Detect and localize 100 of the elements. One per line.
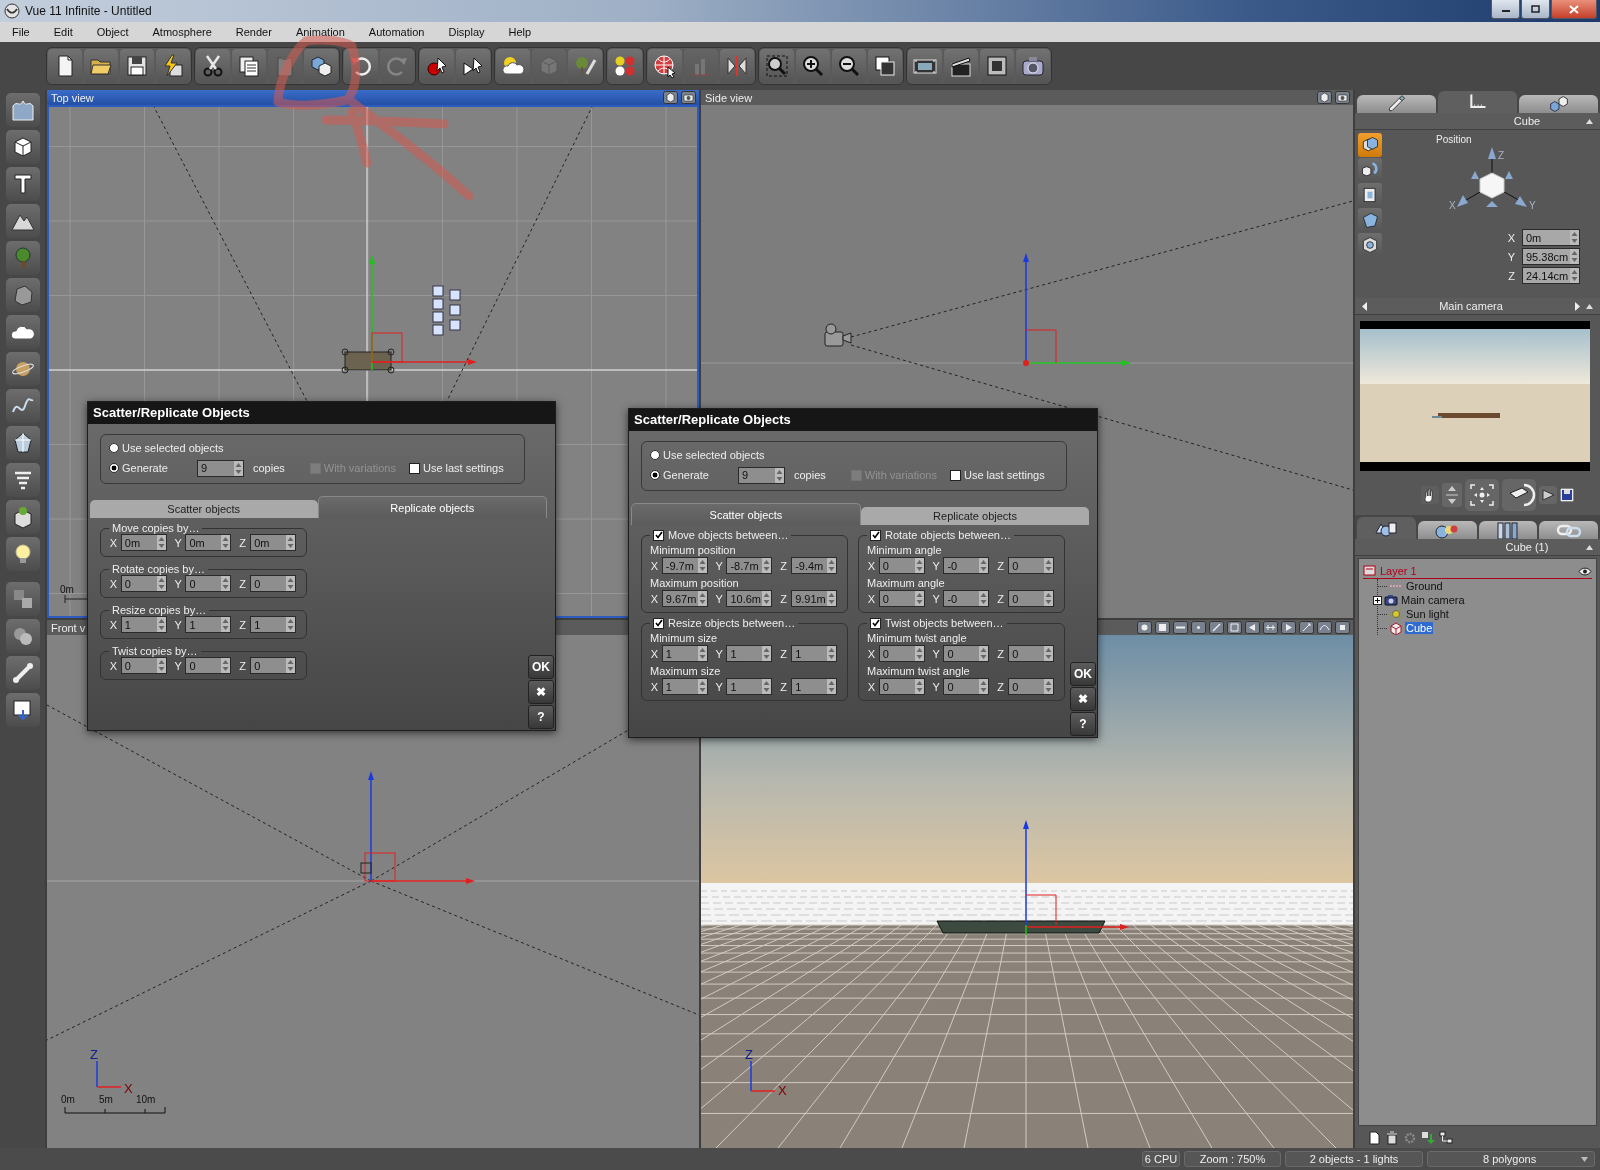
tab[interactable]: Replicate objects: [317, 496, 547, 518]
tab[interactable]: [1417, 521, 1477, 539]
spin-field[interactable]: 1: [791, 645, 837, 662]
menu-item[interactable]: Display: [448, 26, 485, 38]
frames-icon[interactable]: [868, 49, 902, 83]
vertical-arrows-icon[interactable]: [1442, 482, 1462, 507]
handle-icons[interactable]: [432, 285, 461, 336]
down-arrow-icon[interactable]: [1421, 1131, 1435, 1145]
menu-item[interactable]: Help: [508, 26, 532, 38]
menu-item[interactable]: File: [12, 26, 30, 38]
spin-field[interactable]: 0: [1008, 590, 1054, 607]
page-icon[interactable]: [48, 49, 82, 83]
spin-field[interactable]: 0m: [250, 534, 296, 551]
spin-field[interactable]: 1: [726, 678, 773, 695]
spin-field[interactable]: 0: [878, 557, 925, 574]
checkbox[interactable]: [870, 529, 881, 541]
tree-item[interactable]: Cube: [1405, 622, 1434, 634]
expand-icon[interactable]: [1373, 595, 1382, 605]
radio-button[interactable]: [109, 463, 119, 473]
menu-item[interactable]: Atmosphere: [152, 26, 212, 38]
axis-arrow[interactable]: [1025, 924, 1129, 930]
floppy-icon[interactable]: [1560, 487, 1574, 502]
spin-field[interactable]: 10.6m: [726, 590, 773, 607]
spin-field[interactable]: 9.91m: [791, 590, 837, 607]
play-cursor-icon[interactable]: [456, 49, 490, 83]
clapper-icon[interactable]: [944, 49, 978, 83]
sun-cloud-icon[interactable]: [496, 49, 530, 83]
ok-button[interactable]: OK: [1070, 662, 1096, 686]
tab[interactable]: Scatter objects: [631, 503, 861, 525]
view-tool-icon[interactable]: [1335, 621, 1350, 634]
menu-item[interactable]: Edit: [53, 26, 73, 38]
tab[interactable]: [1478, 521, 1538, 539]
view-tool-icon[interactable]: [1299, 621, 1314, 634]
radio-button[interactable]: [650, 470, 660, 480]
tree-item[interactable]: Sun light: [1405, 608, 1450, 620]
ok-button[interactable]: OK: [528, 655, 554, 679]
spin-field[interactable]: 1: [726, 645, 773, 662]
hierarchy-icon[interactable]: [1439, 1131, 1453, 1145]
spin-field[interactable]: 0: [120, 575, 167, 592]
collapse-icon[interactable]: [1585, 117, 1594, 125]
spin-field[interactable]: 0: [120, 657, 167, 674]
spin-field[interactable]: 0: [185, 575, 232, 592]
spin-field[interactable]: 0m: [120, 534, 167, 551]
axis-arrow[interactable]: [1023, 820, 1029, 926]
spin-field[interactable]: 95.38cm: [1522, 248, 1580, 265]
tree-item[interactable]: Ground: [1405, 580, 1444, 592]
cancel-button[interactable]: ✖: [528, 680, 554, 704]
tab[interactable]: Replicate objects: [861, 507, 1089, 525]
menu-item[interactable]: Object: [96, 26, 129, 38]
camera-view-icon[interactable]: [1335, 91, 1350, 104]
undo-icon[interactable]: [344, 49, 378, 83]
tab[interactable]: [1357, 517, 1416, 539]
spin-field[interactable]: 9.67m: [661, 590, 708, 607]
spin-field[interactable]: 0: [1008, 678, 1054, 695]
menu-item[interactable]: Automation: [368, 26, 425, 38]
checkbox[interactable]: [653, 617, 664, 629]
tab[interactable]: [1357, 95, 1436, 113]
cancel-button[interactable]: ✖: [1070, 687, 1096, 711]
floppy-icon[interactable]: [120, 49, 154, 83]
radio-button[interactable]: [109, 442, 119, 453]
view-tool-icon[interactable]: [1191, 621, 1206, 634]
previous-icon[interactable]: [1361, 301, 1368, 311]
spin-field[interactable]: 1: [120, 616, 167, 633]
spin-field[interactable]: -0: [943, 590, 990, 607]
spin-field[interactable]: 1: [250, 616, 296, 633]
rotate-icon[interactable]: [1502, 478, 1536, 511]
cube-view-icon[interactable]: [1317, 91, 1332, 104]
restore-button[interactable]: [1521, 0, 1550, 19]
brush-icon[interactable]: [568, 49, 602, 83]
selected-object[interactable]: [341, 348, 395, 374]
tab[interactable]: [1438, 91, 1517, 113]
page-icon[interactable]: [1367, 1131, 1381, 1145]
view-tool-icon[interactable]: [1209, 621, 1224, 634]
menu-item[interactable]: Animation: [295, 26, 345, 38]
menu-item[interactable]: Render: [235, 26, 272, 38]
spin-field[interactable]: 0: [878, 678, 925, 695]
spin-field[interactable]: -8.7m: [726, 557, 773, 574]
view-tool-icon[interactable]: [1281, 621, 1296, 634]
spin-field[interactable]: 0m: [1522, 229, 1580, 246]
spin-field[interactable]: 0: [878, 590, 925, 607]
frame-arrows-icon[interactable]: [1465, 478, 1499, 511]
spin-field[interactable]: 0: [250, 575, 296, 592]
checkbox[interactable]: [653, 529, 664, 541]
collapse-icon[interactable]: [1585, 302, 1594, 310]
next-icon[interactable]: [1574, 301, 1581, 311]
spin-field[interactable]: 0m: [185, 534, 232, 551]
help-button[interactable]: ?: [528, 705, 554, 729]
view-tool-icon[interactable]: [1227, 621, 1242, 634]
film-icon[interactable]: [908, 49, 942, 83]
spin-field[interactable]: 0: [185, 657, 232, 674]
spin-field[interactable]: 0: [943, 678, 990, 695]
globe-cursor-icon[interactable]: [648, 49, 682, 83]
view-tool-icon[interactable]: [1317, 621, 1332, 634]
view-tool-icon[interactable]: [1263, 621, 1278, 634]
collapse-icon[interactable]: [1585, 543, 1594, 551]
cube-view-icon[interactable]: [663, 91, 678, 104]
minimize-button[interactable]: [1491, 0, 1520, 19]
tab[interactable]: Scatter objects: [90, 500, 318, 518]
viewport-title[interactable]: Side view: [705, 91, 753, 104]
spin-field[interactable]: 1: [661, 678, 708, 695]
